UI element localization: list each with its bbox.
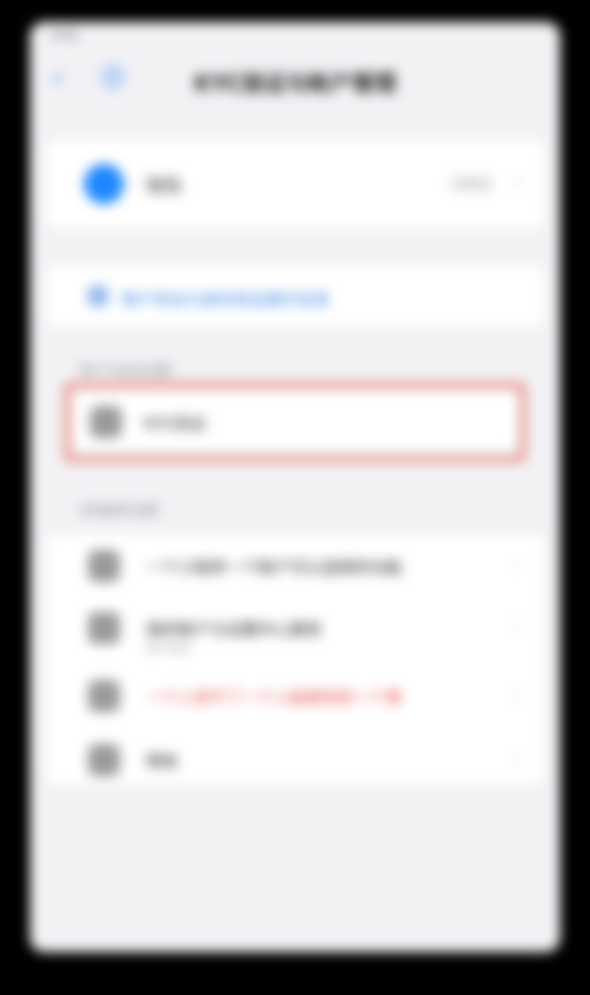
chevron-right-icon: › xyxy=(514,168,522,192)
section-header-security: 账户与安全设置 xyxy=(80,364,172,379)
list-item[interactable]: 一个小程序一个账户可以选择的功能 › xyxy=(46,534,544,598)
list-item[interactable]: 我的账户与设置中心服务 账户信息 › xyxy=(46,596,544,660)
chevron-right-icon: › xyxy=(512,616,520,637)
account-status: 已验证 xyxy=(450,177,492,193)
account-name: 钱包 xyxy=(146,176,182,197)
chevron-right-icon: › xyxy=(512,684,520,705)
avatar xyxy=(84,164,124,204)
chevron-right-icon: › xyxy=(512,554,520,575)
settings-list: 一个小程序一个账户可以选择的功能 › 我的账户与设置中心服务 账户信息 › 一个… xyxy=(46,534,544,784)
help-icon xyxy=(88,744,120,776)
list-item[interactable]: 帮助 › xyxy=(46,728,544,792)
info-link-card[interactable]: 账户安全与身份验证提示信息 xyxy=(46,266,544,326)
warning-icon xyxy=(88,680,120,712)
list-item[interactable]: 一个人来不了一个人能做到的一个事 › xyxy=(46,664,544,728)
kyc-row-label: KYC验证 xyxy=(144,414,206,433)
kyc-row[interactable]: KYC验证 xyxy=(74,392,516,450)
settings-icon xyxy=(88,550,120,582)
phone-screen: 9:41 ‹ KYC验证与帐户管理 钱包 已验证 › 账户安全与身份验证提示信息… xyxy=(30,22,560,952)
account-card[interactable]: 钱包 已验证 › xyxy=(46,140,544,228)
page-title: KYC验证与帐户管理 xyxy=(193,72,397,97)
list-item-label: 一个人来不了一个人能做到的一个事 xyxy=(146,688,403,707)
list-item-label: 一个小程序一个账户可以选择的功能 xyxy=(146,558,403,577)
section-header-other: 其他服务设置 xyxy=(80,504,159,519)
list-item-label: 我的账户与设置中心服务 xyxy=(146,620,323,639)
user-icon xyxy=(88,612,120,644)
chevron-right-icon: › xyxy=(512,748,520,769)
status-time: 9:41 xyxy=(52,28,79,42)
list-item-label: 帮助 xyxy=(146,752,179,771)
list-item-subtitle: 账户信息 xyxy=(146,642,190,655)
id-card-icon xyxy=(90,406,122,438)
info-link[interactable]: 账户安全与身份验证提示信息 xyxy=(122,286,330,310)
status-bar: 9:41 xyxy=(30,22,560,52)
navigation-bar: ‹ KYC验证与帐户管理 xyxy=(30,52,560,104)
info-icon xyxy=(88,286,108,306)
